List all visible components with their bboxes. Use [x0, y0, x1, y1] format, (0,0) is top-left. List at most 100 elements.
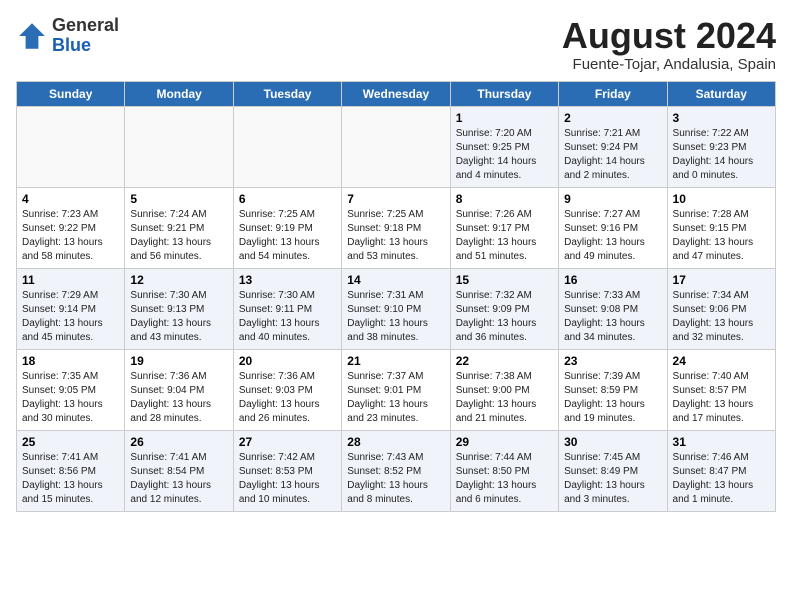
calendar-cell: 6Sunrise: 7:25 AM Sunset: 9:19 PM Daylig…: [233, 187, 341, 268]
calendar-cell: 28 Sunrise: 7:43 AM Sunset: 8:52 PM Dayli…: [342, 430, 450, 511]
day-info: Sunrise: 7:28 AM Sunset: 9:15 PM Dayligh…: [673, 208, 770, 264]
calendar-cell: 10 Sunrise: 7:28 AM Sunset: 9:15 PM Dayli…: [667, 187, 775, 268]
day-info: Sunrise: 7:43 AM Sunset: 8:52 PM Dayligh…: [347, 451, 444, 507]
day-info: Sunrise: 7:35 AM Sunset: 9:05 PM Dayligh…: [22, 370, 119, 426]
day-header-saturday: Saturday: [667, 81, 775, 106]
day-info: Sunrise: 7:37 AM Sunset: 9:01 PM Dayligh…: [347, 370, 444, 426]
calendar-cell: [17, 106, 125, 187]
day-number: 18: [22, 354, 119, 368]
calendar-table: SundayMondayTuesdayWednesdayThursdayFrid…: [16, 81, 776, 512]
day-info: Sunrise: 7:39 AM Sunset: 8:59 PM Dayligh…: [564, 370, 661, 426]
logo-icon: [16, 20, 48, 52]
day-number: 21: [347, 354, 444, 368]
calendar-cell: 14Sunrise: 7:31 AM Sunset: 9:10 PM Dayli…: [342, 268, 450, 349]
day-info: Sunrise: 7:40 AM Sunset: 8:57 PM Dayligh…: [673, 370, 770, 426]
day-header-friday: Friday: [559, 81, 667, 106]
day-info: Sunrise: 7:34 AM Sunset: 9:06 PM Dayligh…: [673, 289, 770, 345]
logo-text: General Blue: [52, 16, 119, 56]
calendar-cell: 31Sunrise: 7:46 AM Sunset: 8:47 PM Dayli…: [667, 430, 775, 511]
day-number: 9: [564, 192, 661, 206]
calendar-cell: 20 Sunrise: 7:36 AM Sunset: 9:03 PM Dayli…: [233, 349, 341, 430]
day-info: Sunrise: 7:36 AM Sunset: 9:03 PM Dayligh…: [239, 370, 336, 426]
day-header-thursday: Thursday: [450, 81, 558, 106]
day-info: Sunrise: 7:25 AM Sunset: 9:18 PM Dayligh…: [347, 208, 444, 264]
calendar-cell: 22 Sunrise: 7:38 AM Sunset: 9:00 PM Dayli…: [450, 349, 558, 430]
day-info: Sunrise: 7:26 AM Sunset: 9:17 PM Dayligh…: [456, 208, 553, 264]
calendar-cell: 18 Sunrise: 7:35 AM Sunset: 9:05 PM Dayli…: [17, 349, 125, 430]
calendar-cell: 1Sunrise: 7:20 AM Sunset: 9:25 PM Daylig…: [450, 106, 558, 187]
calendar-cell: 5 Sunrise: 7:24 AM Sunset: 9:21 PM Daylig…: [125, 187, 233, 268]
week-row-3: 11 Sunrise: 7:29 AM Sunset: 9:14 PM Dayli…: [17, 268, 776, 349]
calendar-cell: 23 Sunrise: 7:39 AM Sunset: 8:59 PM Dayli…: [559, 349, 667, 430]
day-number: 1: [456, 111, 553, 125]
day-number: 15: [456, 273, 553, 287]
day-number: 23: [564, 354, 661, 368]
week-row-4: 18 Sunrise: 7:35 AM Sunset: 9:05 PM Dayli…: [17, 349, 776, 430]
day-header-wednesday: Wednesday: [342, 81, 450, 106]
day-number: 2: [564, 111, 661, 125]
day-info: Sunrise: 7:30 AM Sunset: 9:11 PM Dayligh…: [239, 289, 336, 345]
day-number: 16: [564, 273, 661, 287]
day-number: 17: [673, 273, 770, 287]
day-info: Sunrise: 7:22 AM Sunset: 9:23 PM Dayligh…: [673, 127, 770, 183]
day-info: Sunrise: 7:45 AM Sunset: 8:49 PM Dayligh…: [564, 451, 661, 507]
day-number: 7: [347, 192, 444, 206]
day-info: Sunrise: 7:21 AM Sunset: 9:24 PM Dayligh…: [564, 127, 661, 183]
day-info: Sunrise: 7:23 AM Sunset: 9:22 PM Dayligh…: [22, 208, 119, 264]
calendar-cell: 24Sunrise: 7:40 AM Sunset: 8:57 PM Dayli…: [667, 349, 775, 430]
day-info: Sunrise: 7:24 AM Sunset: 9:21 PM Dayligh…: [130, 208, 227, 264]
day-number: 19: [130, 354, 227, 368]
day-number: 12: [130, 273, 227, 287]
day-number: 3: [673, 111, 770, 125]
calendar-cell: 25Sunrise: 7:41 AM Sunset: 8:56 PM Dayli…: [17, 430, 125, 511]
day-header-monday: Monday: [125, 81, 233, 106]
day-header-sunday: Sunday: [17, 81, 125, 106]
day-number: 4: [22, 192, 119, 206]
calendar-cell: 12Sunrise: 7:30 AM Sunset: 9:13 PM Dayli…: [125, 268, 233, 349]
calendar-cell: 13 Sunrise: 7:30 AM Sunset: 9:11 PM Dayli…: [233, 268, 341, 349]
day-number: 29: [456, 435, 553, 449]
day-number: 11: [22, 273, 119, 287]
day-info: Sunrise: 7:44 AM Sunset: 8:50 PM Dayligh…: [456, 451, 553, 507]
calendar-cell: 16 Sunrise: 7:33 AM Sunset: 9:08 PM Dayli…: [559, 268, 667, 349]
calendar-cell: 8 Sunrise: 7:26 AM Sunset: 9:17 PM Daylig…: [450, 187, 558, 268]
day-number: 25: [22, 435, 119, 449]
day-info: Sunrise: 7:46 AM Sunset: 8:47 PM Dayligh…: [673, 451, 770, 507]
calendar-cell: [233, 106, 341, 187]
week-row-5: 25Sunrise: 7:41 AM Sunset: 8:56 PM Dayli…: [17, 430, 776, 511]
calendar-cell: 4 Sunrise: 7:23 AM Sunset: 9:22 PM Daylig…: [17, 187, 125, 268]
day-header-tuesday: Tuesday: [233, 81, 341, 106]
calendar-cell: 11 Sunrise: 7:29 AM Sunset: 9:14 PM Dayli…: [17, 268, 125, 349]
calendar-cell: 21 Sunrise: 7:37 AM Sunset: 9:01 PM Dayli…: [342, 349, 450, 430]
day-info: Sunrise: 7:29 AM Sunset: 9:14 PM Dayligh…: [22, 289, 119, 345]
day-info: Sunrise: 7:36 AM Sunset: 9:04 PM Dayligh…: [130, 370, 227, 426]
location: Fuente-Tojar, Andalusia, Spain: [562, 56, 776, 73]
logo: General Blue: [16, 16, 119, 56]
calendar-cell: 29 Sunrise: 7:44 AM Sunset: 8:50 PM Dayli…: [450, 430, 558, 511]
day-number: 13: [239, 273, 336, 287]
day-number: 8: [456, 192, 553, 206]
week-row-2: 4 Sunrise: 7:23 AM Sunset: 9:22 PM Daylig…: [17, 187, 776, 268]
calendar-cell: 15Sunrise: 7:32 AM Sunset: 9:09 PM Dayli…: [450, 268, 558, 349]
calendar-cell: 26 Sunrise: 7:41 AM Sunset: 8:54 PM Dayli…: [125, 430, 233, 511]
day-number: 20: [239, 354, 336, 368]
day-number: 5: [130, 192, 227, 206]
calendar-cell: 3 Sunrise: 7:22 AM Sunset: 9:23 PM Daylig…: [667, 106, 775, 187]
day-info: Sunrise: 7:38 AM Sunset: 9:00 PM Dayligh…: [456, 370, 553, 426]
day-info: Sunrise: 7:33 AM Sunset: 9:08 PM Dayligh…: [564, 289, 661, 345]
calendar-cell: 30Sunrise: 7:45 AM Sunset: 8:49 PM Dayli…: [559, 430, 667, 511]
day-info: Sunrise: 7:41 AM Sunset: 8:54 PM Dayligh…: [130, 451, 227, 507]
calendar-cell: 2 Sunrise: 7:21 AM Sunset: 9:24 PM Daylig…: [559, 106, 667, 187]
day-number: 28: [347, 435, 444, 449]
title-block: August 2024 Fuente-Tojar, Andalusia, Spa…: [562, 16, 776, 73]
day-number: 27: [239, 435, 336, 449]
day-number: 26: [130, 435, 227, 449]
day-number: 22: [456, 354, 553, 368]
day-number: 10: [673, 192, 770, 206]
day-info: Sunrise: 7:31 AM Sunset: 9:10 PM Dayligh…: [347, 289, 444, 345]
logo-blue: Blue: [52, 36, 119, 56]
logo-general: General: [52, 16, 119, 36]
page-header: General Blue August 2024 Fuente-Tojar, A…: [16, 16, 776, 73]
calendar-cell: 19 Sunrise: 7:36 AM Sunset: 9:04 PM Dayli…: [125, 349, 233, 430]
calendar-cell: 7 Sunrise: 7:25 AM Sunset: 9:18 PM Daylig…: [342, 187, 450, 268]
